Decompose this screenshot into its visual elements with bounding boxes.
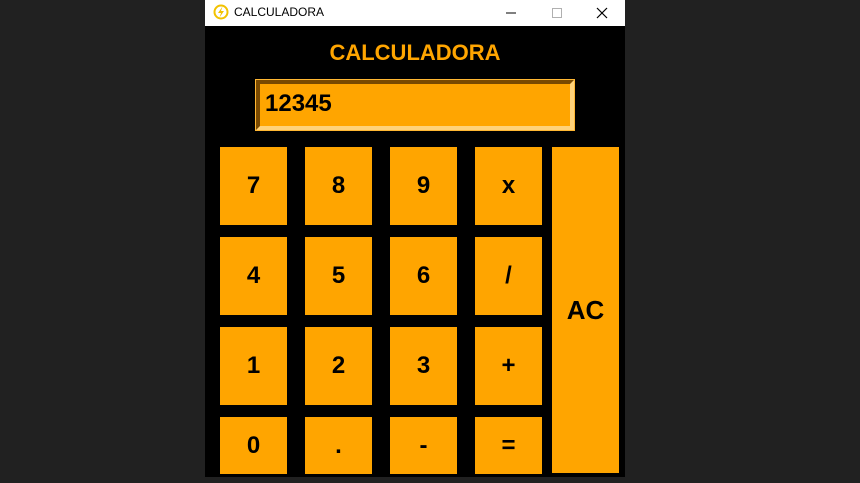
key-decimal[interactable]: . (305, 417, 372, 474)
app-heading: CALCULADORA (329, 40, 501, 65)
minimize-icon (506, 12, 516, 14)
maximize-button[interactable] (534, 0, 580, 26)
key-8[interactable]: 8 (305, 147, 372, 225)
title-bar[interactable]: CALCULADORA (205, 0, 625, 26)
key-1[interactable]: 1 (220, 327, 287, 405)
display-value: 12345 (265, 90, 332, 117)
close-icon (596, 7, 608, 19)
key-9[interactable]: 9 (390, 147, 457, 225)
key-divide[interactable]: / (475, 237, 542, 315)
display-field[interactable]: 12345 (255, 79, 575, 131)
key-equals[interactable]: = (475, 417, 542, 474)
key-2[interactable]: 2 (305, 327, 372, 405)
minimize-button[interactable] (488, 0, 534, 26)
key-all-clear[interactable]: AC (552, 147, 619, 473)
key-7[interactable]: 7 (220, 147, 287, 225)
key-subtract[interactable]: - (390, 417, 457, 474)
calculator-window: CALCULADORA CALCULADORA 12345 7 8 9 x 4 … (205, 0, 625, 477)
key-4[interactable]: 4 (220, 237, 287, 315)
close-button[interactable] (579, 0, 625, 26)
maximize-icon (552, 8, 562, 18)
window-title: CALCULADORA (234, 5, 325, 19)
key-0[interactable]: 0 (220, 417, 287, 474)
key-3[interactable]: 3 (390, 327, 457, 405)
key-5[interactable]: 5 (305, 237, 372, 315)
key-add[interactable]: + (475, 327, 542, 405)
key-multiply[interactable]: x (475, 147, 542, 225)
lightning-bolt-circle-icon (213, 4, 229, 20)
key-6[interactable]: 6 (390, 237, 457, 315)
